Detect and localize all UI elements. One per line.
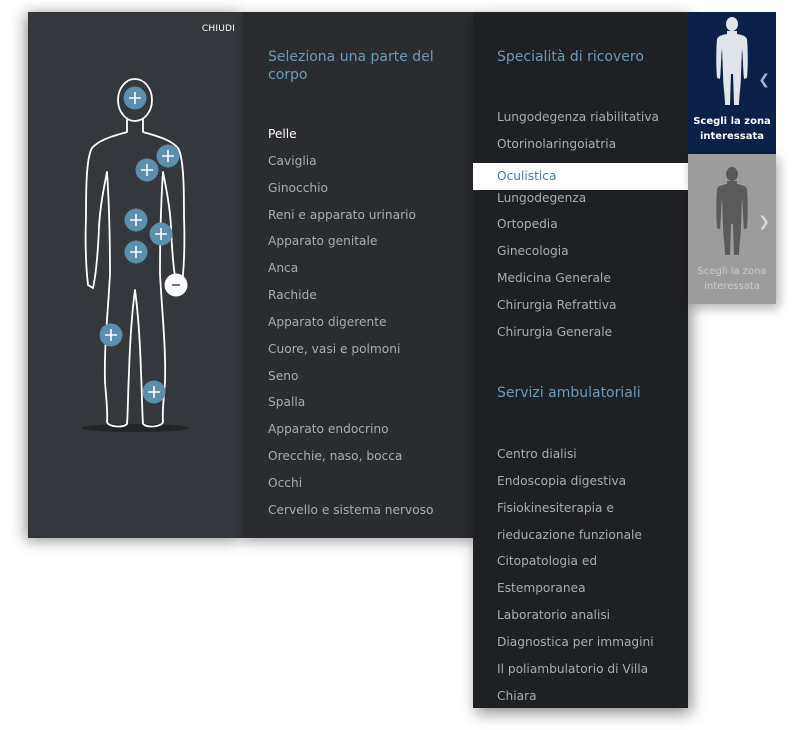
specialties-panel: Specialità di ricovero Lungodegenza riab…	[473, 12, 688, 708]
body-part-item[interactable]: Apparato digerente	[268, 314, 434, 341]
zone-front-label: Scegli la zona interessata	[693, 116, 771, 142]
service-item[interactable]: Laboratorio analisi	[473, 607, 688, 634]
chevron-left-icon: ❮	[758, 72, 770, 88]
human-back-icon	[716, 167, 748, 255]
service-item[interactable]: Estemporanea	[473, 580, 688, 607]
specialty-item[interactable]: Ortopedia	[473, 216, 688, 243]
body-map-panel: CHIUDI	[28, 12, 243, 538]
body-parts-title: Seleziona una parte del corpo	[268, 49, 434, 83]
body-part-item[interactable]: Orecchie, naso, bocca	[268, 448, 434, 475]
body-part-item[interactable]: Ginocchio	[268, 180, 434, 207]
hotspot-chest[interactable]	[135, 158, 159, 182]
zone-back-label: Scegli la zona interessata	[697, 266, 767, 292]
hotspot-head[interactable]	[123, 86, 147, 110]
hotspot-hip[interactable]	[149, 222, 173, 246]
body-part-item[interactable]: Pelle	[268, 126, 434, 153]
hotspot-ankle[interactable]	[142, 380, 166, 404]
service-item[interactable]: Diagnostica per immagini	[473, 634, 688, 661]
service-item[interactable]: Il poliambulatorio di Villa	[473, 661, 688, 688]
zone-selector-front[interactable]: ❮ Scegli la zona interessata	[688, 12, 776, 154]
body-parts-panel: Seleziona una parte del corpo Pelle Cavi…	[243, 12, 473, 538]
body-part-item[interactable]: Rachide	[268, 287, 434, 314]
body-parts-list: Pelle Caviglia Ginocchio Reni e apparato…	[268, 126, 434, 529]
services-list: Centro dialisi Endoscopia digestiva Fisi…	[473, 446, 688, 714]
service-item[interactable]: Endoscopia digestiva	[473, 473, 688, 500]
specialty-item[interactable]: Otorinolaringoiatria	[473, 136, 688, 163]
hotspot-genital[interactable]	[124, 240, 148, 264]
service-item[interactable]: rieducazione funzionale	[473, 527, 688, 554]
services-title: Servizi ambulatoriali	[497, 385, 641, 401]
body-map	[81, 78, 189, 432]
specialty-item[interactable]: Ginecologia	[473, 243, 688, 270]
specialty-item[interactable]: Chirurgia Generale	[473, 324, 688, 351]
body-part-item[interactable]: Anca	[268, 260, 434, 287]
specialty-item[interactable]: Lungodegenza	[473, 190, 688, 217]
body-part-item[interactable]: Occhi	[268, 475, 434, 502]
body-part-item[interactable]: Cervello e sistema nervoso	[268, 502, 434, 529]
body-part-item[interactable]: Spalla	[268, 394, 434, 421]
body-part-item[interactable]: Reni e apparato urinario	[268, 207, 434, 234]
specialty-item[interactable]: Medicina Generale	[473, 270, 688, 297]
chevron-right-icon: ❯	[758, 214, 770, 230]
service-item[interactable]: Chiara	[473, 688, 688, 715]
hotspot-knee[interactable]	[99, 323, 123, 347]
human-front-icon	[716, 17, 748, 105]
body-part-item[interactable]: Seno	[268, 368, 434, 395]
hotspot-shoulder[interactable]	[156, 144, 180, 168]
specialty-item[interactable]: Chirurgia Refrattiva	[473, 297, 688, 324]
hotspot-skin-selected[interactable]	[164, 273, 188, 297]
figure-shadow	[81, 424, 189, 432]
specialties-list: Lungodegenza riabilitativa Otorinolaring…	[473, 109, 688, 351]
zone-selector-back[interactable]: ❯ Scegli la zona interessata	[688, 154, 776, 304]
body-part-item[interactable]: Caviglia	[268, 153, 434, 180]
service-item[interactable]: Centro dialisi	[473, 446, 688, 473]
hotspot-abdomen[interactable]	[124, 208, 148, 232]
body-part-item[interactable]: Apparato genitale	[268, 233, 434, 260]
service-item[interactable]: Citopatologia ed	[473, 553, 688, 580]
specialties-title: Specialità di ricovero	[497, 49, 644, 65]
service-item[interactable]: Fisiokinesiterapia e	[473, 500, 688, 527]
specialty-item-selected[interactable]: Oculistica	[473, 162, 688, 190]
body-part-item[interactable]: Apparato endocrino	[268, 421, 434, 448]
body-part-item[interactable]: Cuore, vasi e polmoni	[268, 341, 434, 368]
specialty-item[interactable]: Lungodegenza riabilitativa	[473, 109, 688, 136]
